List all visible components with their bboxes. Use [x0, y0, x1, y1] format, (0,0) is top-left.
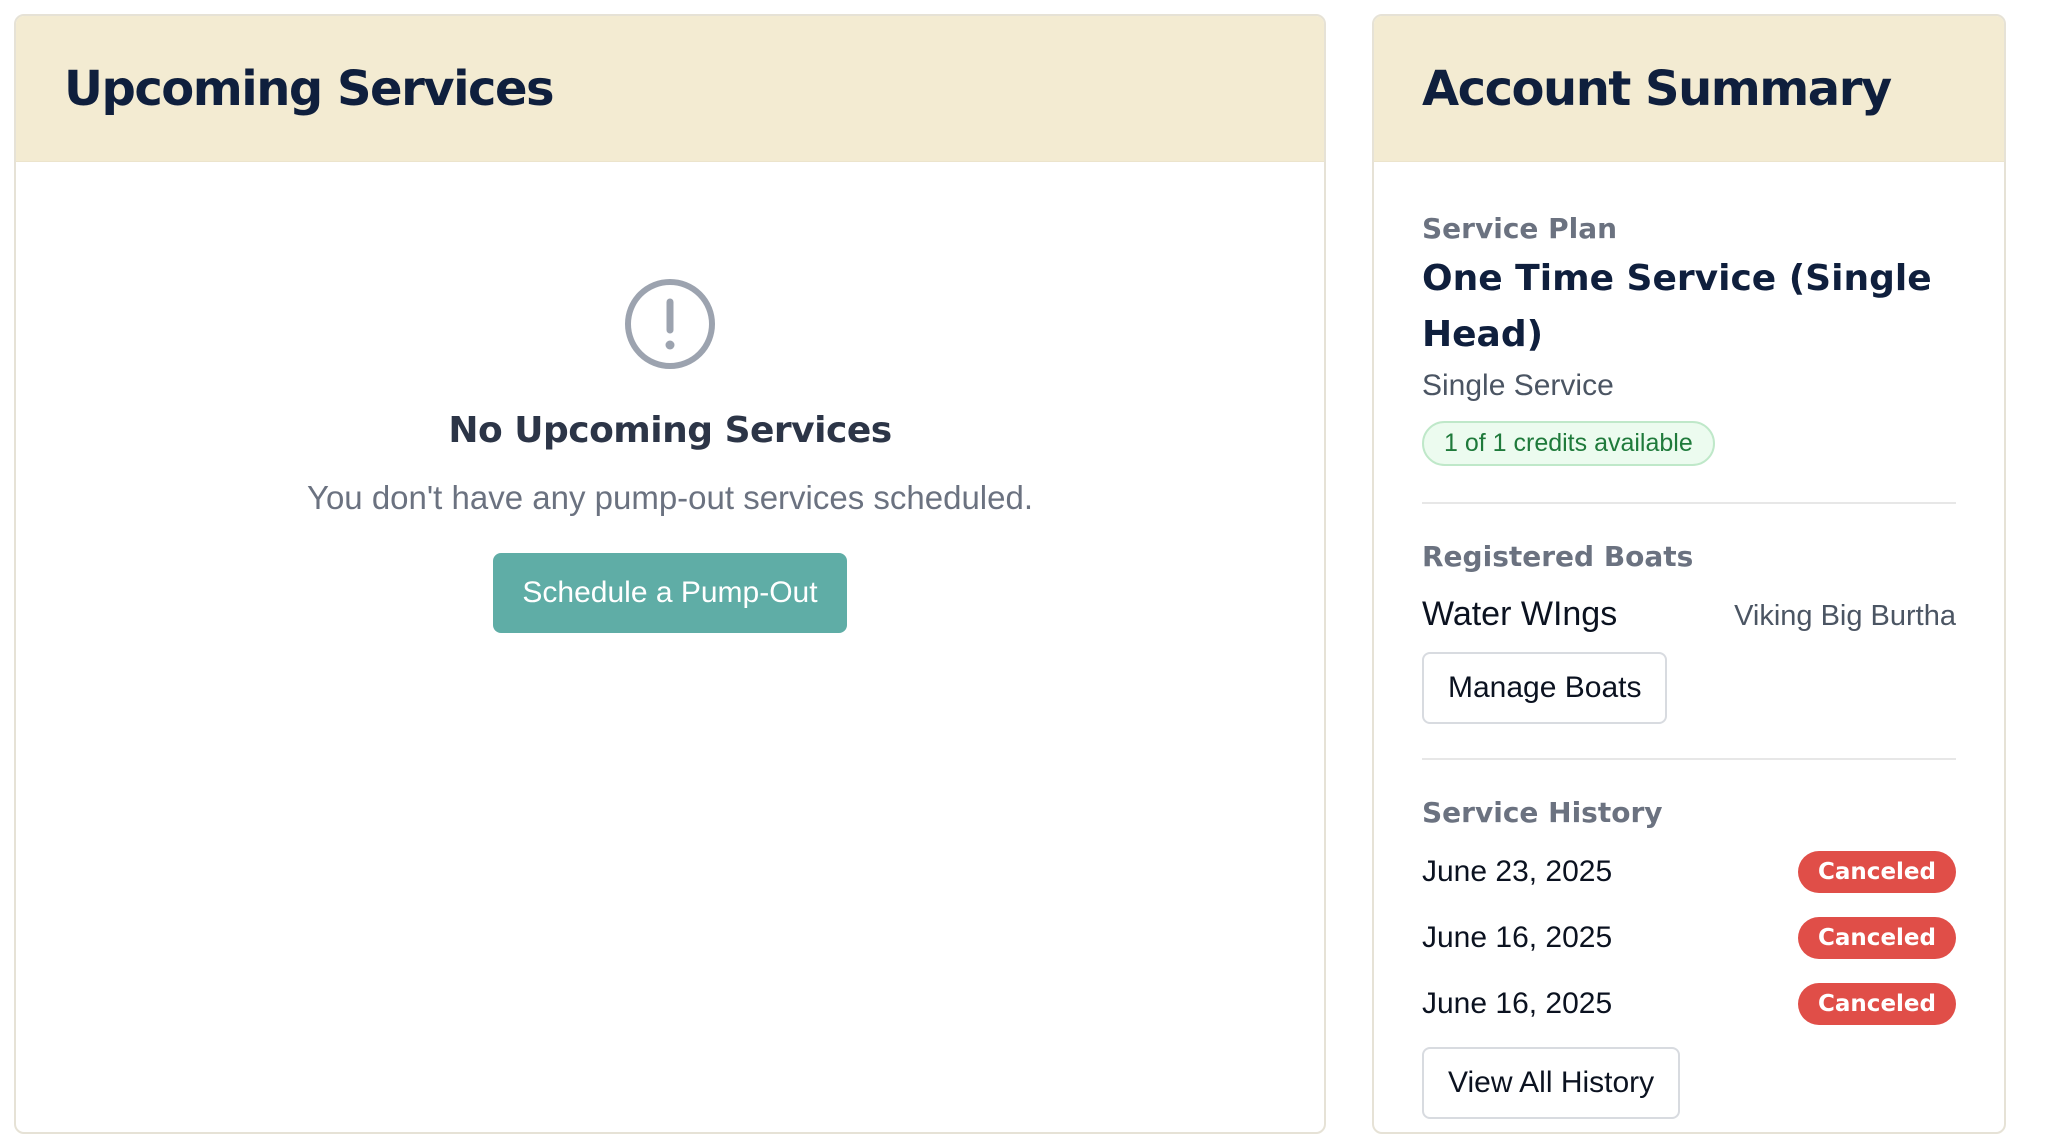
- account-summary-header: Account Summary: [1374, 16, 2004, 162]
- history-row: June 16, 2025 Canceled: [1422, 971, 1956, 1037]
- alert-circle-icon: [625, 279, 715, 369]
- credits-badge: 1 of 1 credits available: [1422, 421, 1715, 466]
- registered-boats-section: Registered Boats Water WIngs Viking Big …: [1422, 504, 1956, 724]
- registered-boats-label: Registered Boats: [1422, 540, 1694, 573]
- empty-state-text: You don't have any pump-out services sch…: [306, 479, 1034, 516]
- empty-state: No Upcoming Services You don't have any …: [16, 162, 1324, 633]
- boat-model: Viking Big Burtha: [1734, 600, 1956, 632]
- history-row: June 23, 2025 Canceled: [1422, 839, 1956, 905]
- account-summary-body: Service Plan One Time Service (Single He…: [1374, 162, 2004, 1119]
- service-history-section: Service History June 23, 2025 Canceled J…: [1422, 760, 1956, 1119]
- service-plan-label: Service Plan: [1422, 212, 1618, 245]
- status-badge: Canceled: [1798, 851, 1956, 893]
- schedule-pump-out-button[interactable]: Schedule a Pump-Out: [493, 553, 847, 633]
- boat-row: Water WIngs Viking Big Burtha: [1422, 595, 1956, 634]
- plan-name: One Time Service (Single Head): [1422, 258, 1932, 355]
- history-date: June 16, 2025: [1422, 921, 1613, 954]
- empty-state-title: No Upcoming Services: [448, 410, 892, 451]
- plan-type: Single Service: [1422, 369, 1614, 402]
- boat-name: Water WIngs: [1422, 595, 1618, 633]
- account-summary-card: Account Summary Service Plan One Time Se…: [1372, 14, 2006, 1134]
- history-date: June 23, 2025: [1422, 855, 1613, 888]
- service-history-label: Service History: [1422, 796, 1663, 829]
- account-summary-title: Account Summary: [1422, 60, 1892, 117]
- upcoming-services-header: Upcoming Services: [16, 16, 1324, 162]
- service-plan-section: Service Plan One Time Service (Single He…: [1422, 162, 1956, 466]
- status-badge: Canceled: [1798, 983, 1956, 1025]
- upcoming-services-card: Upcoming Services No Upcoming Services Y…: [14, 14, 1326, 1134]
- history-row: June 16, 2025 Canceled: [1422, 905, 1956, 971]
- status-badge: Canceled: [1798, 917, 1956, 959]
- upcoming-services-title: Upcoming Services: [64, 60, 555, 117]
- manage-boats-button[interactable]: Manage Boats: [1422, 652, 1668, 724]
- view-all-history-button[interactable]: View All History: [1422, 1047, 1681, 1119]
- history-date: June 16, 2025: [1422, 987, 1613, 1020]
